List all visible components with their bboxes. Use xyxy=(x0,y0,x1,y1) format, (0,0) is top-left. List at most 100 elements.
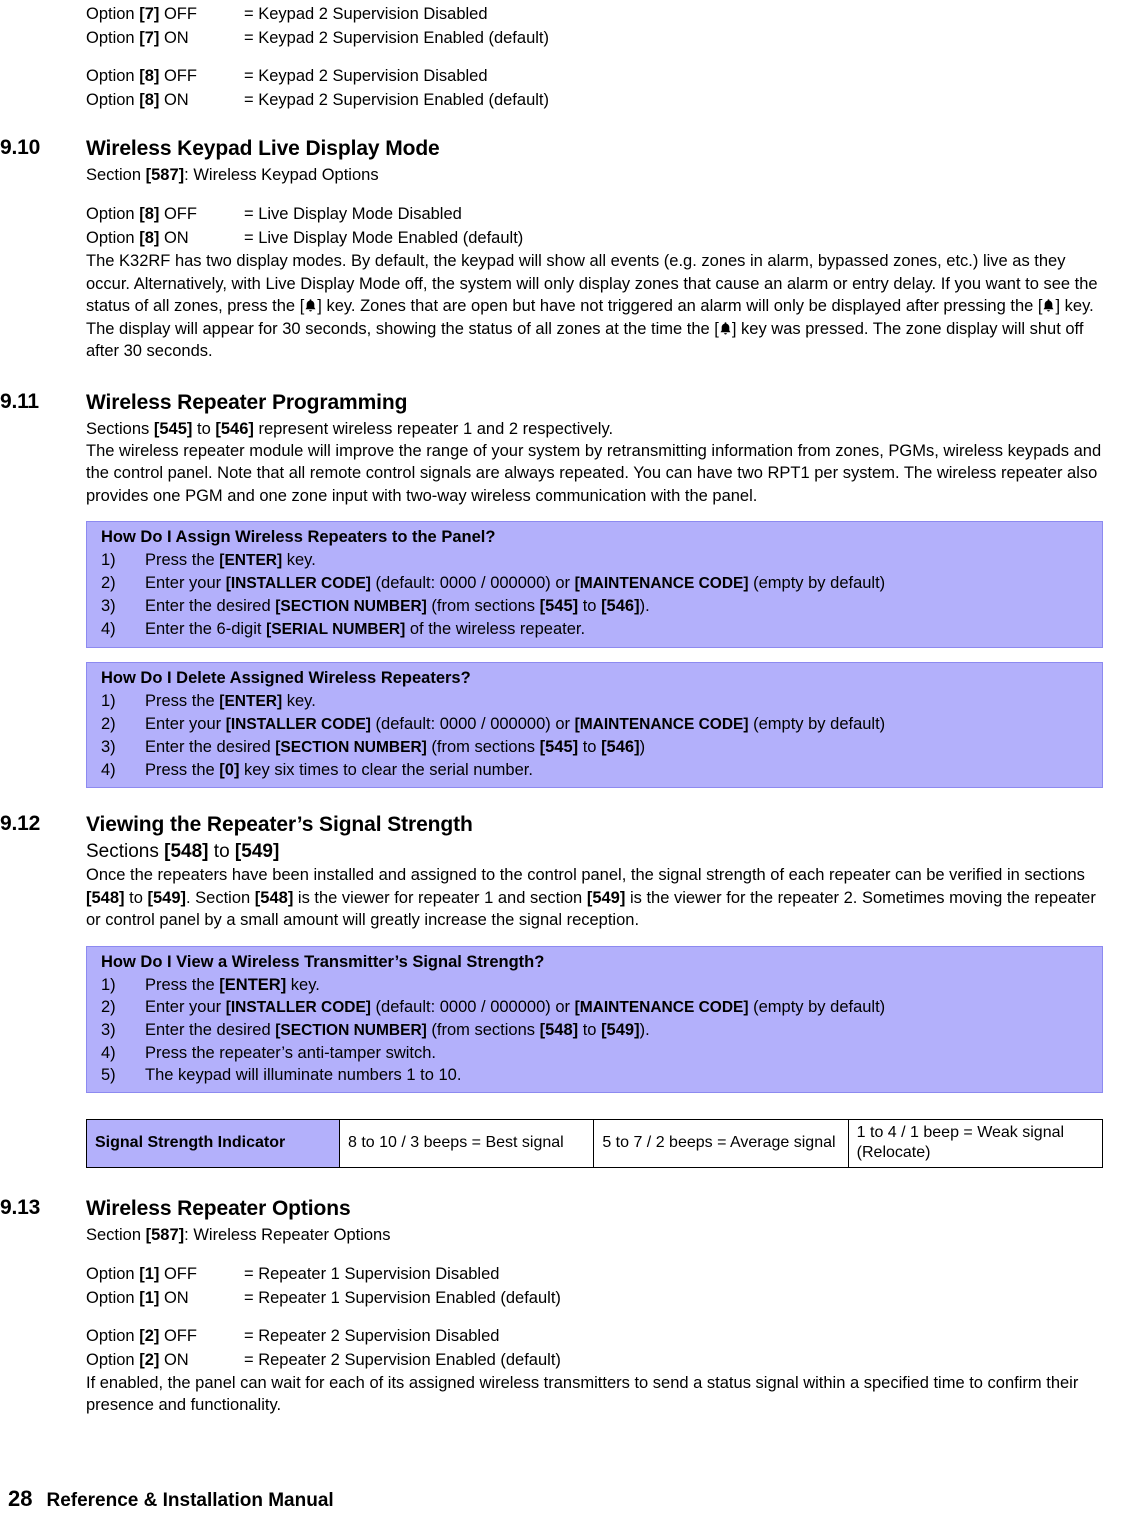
procedure-step: 2) Enter your [INSTALLER CODE] (default:… xyxy=(101,572,1096,595)
option-state: ON xyxy=(159,1350,189,1369)
section-code: [546] xyxy=(215,419,254,438)
procedure-step: 3) Enter the desired [SECTION NUMBER] (f… xyxy=(101,1019,1096,1042)
option-label: Option xyxy=(86,5,140,23)
option-desc: = Keypad 2 Supervision Disabled xyxy=(244,67,488,85)
step-number: 5) xyxy=(101,1065,116,1084)
subtitle-part: represent wireless repeater 1 and 2 resp… xyxy=(253,419,614,438)
section-title: Wireless Repeater Options xyxy=(86,1196,351,1220)
procedure-step: 4) Press the repeater’s anti-tamper swit… xyxy=(101,1042,1096,1064)
step-number: 2) xyxy=(101,574,116,592)
option-key: [7] xyxy=(139,5,160,23)
step-number: 4) xyxy=(101,620,116,638)
section-subtitle: Section [587]: Wireless Keypad Options xyxy=(86,164,1103,186)
option-row: Option [7] OFF = Keypad 2 Supervision Di… xyxy=(86,2,1103,26)
option-state: ON xyxy=(159,29,189,47)
bell-icon xyxy=(1042,298,1055,313)
procedure-box-assign-repeaters: How Do I Assign Wireless Repeaters to th… xyxy=(86,521,1103,648)
subtitle-part: Sections xyxy=(86,841,165,862)
option-state: OFF xyxy=(159,5,197,23)
option-row: Option [1] ON = Repeater 1 Supervision E… xyxy=(86,1286,1103,1310)
section-code: [549] xyxy=(234,841,280,862)
procedure-title: How Do I Delete Assigned Wireless Repeat… xyxy=(101,669,471,687)
option-desc: = Keypad 2 Supervision Enabled (default) xyxy=(244,91,549,109)
section-subtitle: Sections [545] to [546] represent wirele… xyxy=(86,418,1103,440)
option-key: [1] xyxy=(139,1288,160,1307)
option-row: Option [7] ON = Keypad 2 Supervision Ena… xyxy=(86,26,1103,50)
option-key: [8] xyxy=(139,205,160,223)
option-state: ON xyxy=(159,1288,189,1307)
procedure-step: 1) Press the [ENTER] key. xyxy=(101,549,1096,572)
table-header-cell: Signal Strength Indicator xyxy=(86,1118,340,1168)
option-label: Option xyxy=(86,91,140,109)
table-cell: 5 to 7 / 2 beeps = Average signal xyxy=(593,1118,849,1168)
signal-strength-table: Signal Strength Indicator 8 to 10 / 3 be… xyxy=(86,1118,1104,1168)
procedure-step: 4) Press the [0] key six times to clear … xyxy=(101,759,1096,781)
section-number: 9.13 xyxy=(0,1195,41,1219)
page-footer: 28 Reference & Installation Manual xyxy=(8,1486,334,1512)
step-number: 1) xyxy=(101,692,116,710)
table-cell: 8 to 10 / 3 beeps = Best signal xyxy=(338,1118,595,1168)
option-row: Option [8] OFF = Live Display Mode Disab… xyxy=(86,202,1103,226)
option-key: [7] xyxy=(139,29,160,47)
step-text: Enter the desired [SECTION NUMBER] (from… xyxy=(145,738,646,756)
option-desc: = Live Display Mode Disabled xyxy=(244,205,462,223)
supervision-note: If enabled, the panel can wait for each … xyxy=(86,1373,1079,1415)
option-state: ON xyxy=(159,229,189,247)
section-code: [548] xyxy=(86,888,125,907)
step-text: Enter your [INSTALLER CODE] (default: 00… xyxy=(145,574,886,592)
procedure-step: 2) Enter your [INSTALLER CODE] (default:… xyxy=(101,996,1096,1019)
subtitle-section-code: [587] xyxy=(145,1225,185,1244)
signal-strength-paragraph: Once the repeaters have been installed a… xyxy=(86,864,1103,932)
step-number: 3) xyxy=(101,738,116,756)
subtitle-suffix: : Wireless Keypad Options xyxy=(184,166,379,184)
manual-page: Option [7] OFF = Keypad 2 Supervision Di… xyxy=(0,0,1143,1534)
section-number: 9.12 xyxy=(0,812,41,835)
step-number: 4) xyxy=(101,761,116,779)
section-subtitle: Section [587]: Wireless Repeater Options xyxy=(86,1224,1103,1246)
step-number: 3) xyxy=(101,1020,116,1039)
step-text: Press the [ENTER] key. xyxy=(145,692,316,710)
subtitle-part: to xyxy=(208,841,235,862)
step-text: Enter your [INSTALLER CODE] (default: 00… xyxy=(145,997,886,1016)
option-label: Option xyxy=(86,1326,140,1345)
option-key: [1] xyxy=(139,1264,160,1283)
section-code: [545] xyxy=(153,419,193,438)
procedure-title: How Do I View a Wireless Transmitter’s S… xyxy=(101,952,545,971)
section-9-10: 9.10 Wireless Keypad Live Display Mode S… xyxy=(0,136,1103,363)
procedure-step: 1) Press the [ENTER] key. xyxy=(101,974,1096,996)
section-9-12: 9.12 Viewing the Repeater’s Signal Stren… xyxy=(0,812,1104,1168)
step-number: 1) xyxy=(101,975,116,994)
subtitle-section-code: [587] xyxy=(145,166,185,184)
subtitle-prefix: Section xyxy=(86,1225,146,1244)
subtitle-prefix: Section xyxy=(86,166,146,184)
section-9-13: 9.13 Wireless Repeater Options Section [… xyxy=(0,1196,1103,1417)
option-state: OFF xyxy=(159,67,197,85)
section-code: [549] xyxy=(586,888,626,907)
option-desc: = Repeater 2 Supervision Enabled (defaul… xyxy=(244,1350,561,1369)
step-number: 2) xyxy=(101,997,116,1016)
option-label: Option xyxy=(86,1288,140,1307)
option-desc: = Repeater 2 Supervision Disabled xyxy=(244,1326,500,1345)
procedure-step: 2) Enter your [INSTALLER CODE] (default:… xyxy=(101,713,1096,736)
option-state: OFF xyxy=(159,205,197,223)
subtitle-suffix: : Wireless Repeater Options xyxy=(184,1225,391,1244)
option-desc: = Repeater 1 Supervision Enabled (defaul… xyxy=(244,1288,561,1307)
option-row: Option [8] OFF = Keypad 2 Supervision Di… xyxy=(86,64,1103,88)
paragraph-part: Once the repeaters have been installed a… xyxy=(86,866,1085,884)
paragraph-part: is the viewer for repeater 1 and section xyxy=(293,888,587,907)
option-row: Option [2] ON = Repeater 2 Supervision E… xyxy=(86,1348,1103,1372)
step-text: Enter your [INSTALLER CODE] (default: 00… xyxy=(145,715,886,733)
paragraph-part: . Section xyxy=(186,888,255,907)
option-desc: = Keypad 2 Supervision Disabled xyxy=(244,5,488,23)
step-text: Enter the desired [SECTION NUMBER] (from… xyxy=(145,1020,650,1039)
option-row: Option [8] ON = Live Display Mode Enable… xyxy=(86,226,1103,250)
step-text: Enter the desired [SECTION NUMBER] (from… xyxy=(145,597,650,615)
option-label: Option xyxy=(86,29,140,47)
subtitle-part: Sections xyxy=(86,419,154,438)
option-desc: = Repeater 1 Supervision Disabled xyxy=(244,1264,500,1283)
option-desc: = Keypad 2 Supervision Enabled (default) xyxy=(244,29,549,47)
procedure-step: 3) Enter the desired [SECTION NUMBER] (f… xyxy=(101,736,1096,759)
page-number: 28 xyxy=(8,1486,33,1511)
section-code: [548] xyxy=(164,841,209,862)
procedure-step: 5) The keypad will illuminate numbers 1 … xyxy=(101,1064,1096,1086)
